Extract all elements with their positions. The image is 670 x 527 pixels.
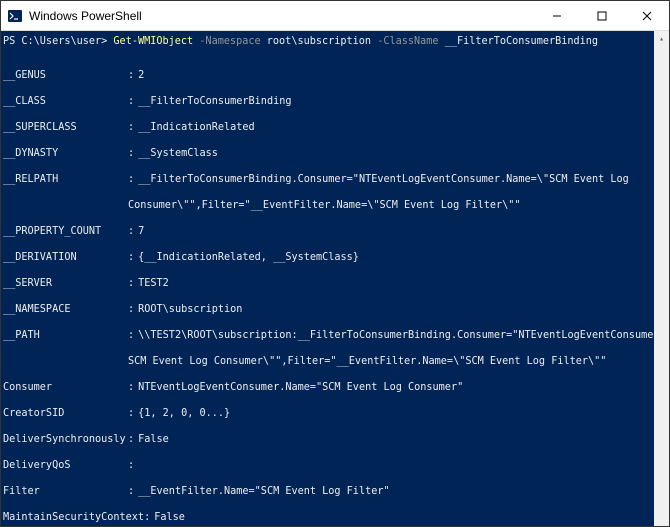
key-relpath: __RELPATH: [3, 173, 128, 186]
terminal-area[interactable]: PS C:\Users\user> Get-WMIObject -Namespa…: [1, 31, 669, 526]
val-superclass: __IndicationRelated: [138, 121, 255, 134]
key-consumer: Consumer: [3, 381, 128, 394]
key-class: __CLASS: [3, 95, 128, 108]
arg-namespace: root\subscription: [267, 36, 371, 47]
scrollbar[interactable]: ▴: [654, 31, 669, 526]
val-filter: __EventFilter.Name="SCM Event Log Filter…: [138, 485, 389, 498]
powershell-icon: [7, 8, 23, 24]
val-namespace: ROOT\subscription: [138, 303, 242, 316]
close-button[interactable]: [624, 1, 669, 30]
param-classname: -ClassName: [377, 36, 438, 47]
key-propcount: __PROPERTY_COUNT: [3, 225, 128, 238]
window-title: Windows PowerShell: [29, 9, 142, 23]
powershell-window: Windows PowerShell PS C:\Users\user> Get…: [0, 0, 670, 527]
val-server: TEST2: [138, 277, 169, 290]
key-superclass: __SUPERCLASS: [3, 121, 128, 134]
val-creatorsid: {1, 2, 0, 0...}: [138, 407, 230, 420]
cmdlet: Get-WMIObject: [113, 36, 193, 47]
minimize-button[interactable]: [534, 1, 579, 30]
val-path1: \\TEST2\ROOT\subscription:__FilterToCons…: [138, 329, 669, 342]
val-deliversync: False: [138, 433, 169, 446]
key-filter: Filter: [3, 485, 128, 498]
val-derivation: {__IndicationRelated, __SystemClass}: [138, 251, 359, 264]
key-path: __PATH: [3, 329, 128, 342]
maximize-button[interactable]: [579, 1, 624, 30]
key-maintain: MaintainSecurityContext: [3, 511, 144, 524]
key-dynasty: __DYNASTY: [3, 147, 128, 160]
key-genus: __GENUS: [3, 69, 128, 82]
key-derivation: __DERIVATION: [3, 251, 128, 264]
output-block-1: __GENUS:2 __CLASS:__FilterToConsumerBind…: [3, 56, 663, 526]
key-creatorsid: CreatorSID: [3, 407, 128, 420]
val-genus: 2: [138, 69, 144, 82]
scroll-up-icon[interactable]: ▴: [654, 31, 669, 46]
val-propcount: 7: [138, 225, 144, 238]
val-relpath1: __FilterToConsumerBinding.Consumer="NTEv…: [138, 173, 629, 186]
window-controls: [534, 1, 669, 30]
val-path2: SCM Event Log Consumer\"",Filter="__Even…: [128, 355, 606, 368]
titlebar: Windows PowerShell: [1, 1, 669, 31]
param-namespace: -Namespace: [199, 36, 260, 47]
val-class: __FilterToConsumerBinding: [138, 95, 291, 108]
arg-classname: __FilterToConsumerBinding: [445, 36, 598, 47]
val-maintain: False: [154, 511, 185, 524]
val-dynasty: __SystemClass: [138, 147, 218, 160]
key-namespace: __NAMESPACE: [3, 303, 128, 316]
prompt-prefix: PS C:\Users\user>: [3, 36, 107, 47]
val-consumer: NTEventLogEventConsumer.Name="SCM Event …: [138, 381, 463, 394]
key-deliveryqos: DeliveryQoS: [3, 459, 128, 472]
val-relpath2: Consumer\"",Filter="__EventFilter.Name=\…: [128, 199, 521, 212]
key-deliversync: DeliverSynchronously: [3, 433, 128, 446]
key-server: __SERVER: [3, 277, 128, 290]
prompt-line: PS C:\Users\user> Get-WMIObject -Namespa…: [3, 35, 663, 48]
